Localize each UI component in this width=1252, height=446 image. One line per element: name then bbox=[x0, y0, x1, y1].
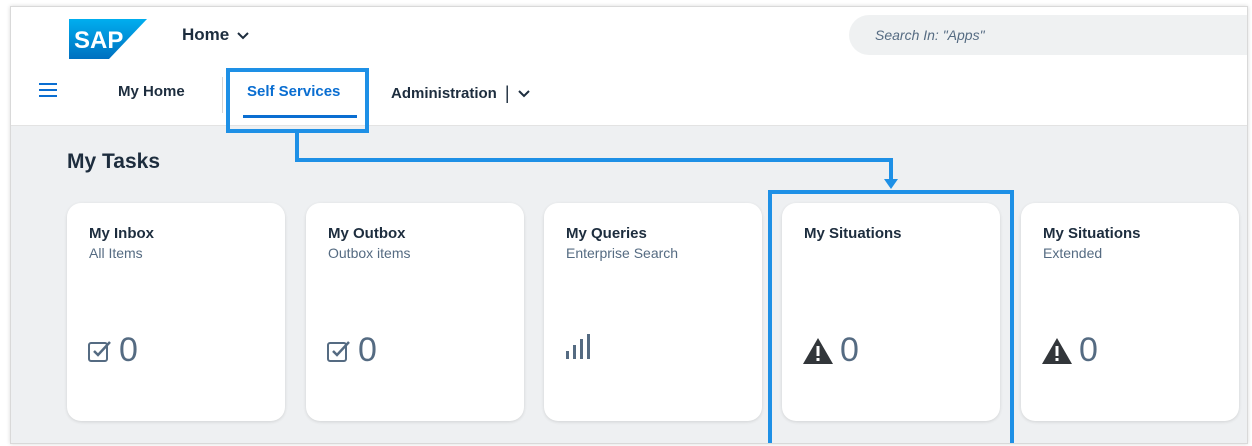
tile-my-inbox[interactable]: My Inbox All Items 0 bbox=[67, 203, 285, 421]
tab-separator: | bbox=[504, 83, 510, 103]
tile-value: 0 bbox=[119, 331, 138, 369]
tab-divider bbox=[222, 77, 223, 113]
shell-bar: SAP Home Search In: "Apps" My Home Self … bbox=[11, 7, 1247, 126]
tile-kpi: 0 bbox=[87, 331, 138, 370]
app-window: SAP Home Search In: "Apps" My Home Self … bbox=[10, 6, 1248, 444]
tile-subtitle: All Items bbox=[89, 245, 143, 261]
tab-label: Self Services bbox=[247, 83, 341, 100]
tab-label: My Home bbox=[118, 83, 185, 100]
chevron-down-icon bbox=[237, 27, 249, 43]
search-placeholder: Search In: "Apps" bbox=[875, 27, 985, 43]
tab-label: Administration bbox=[391, 85, 497, 102]
sap-logo-text: SAP bbox=[74, 27, 123, 54]
tile-subtitle: Enterprise Search bbox=[566, 245, 679, 261]
tile-kpi: 0 bbox=[802, 331, 859, 370]
sap-logo[interactable]: SAP bbox=[69, 19, 147, 59]
tab-administration[interactable]: Administration | bbox=[391, 83, 530, 104]
tile-title: My Situations bbox=[804, 225, 902, 242]
tile-title: My Situations bbox=[1043, 225, 1141, 242]
tile-value: 0 bbox=[358, 331, 377, 369]
app-title: Home bbox=[182, 25, 230, 44]
tile-title: My Inbox bbox=[89, 225, 155, 242]
tile-kpi: 0 bbox=[1041, 331, 1098, 370]
active-tab-indicator bbox=[243, 115, 357, 118]
tab-self-services[interactable]: Self Services bbox=[247, 83, 340, 100]
tile-title: My Outbox bbox=[328, 225, 406, 242]
tile-my-situations[interactable]: My Situations 0 bbox=[782, 203, 1000, 421]
tile-my-situations-extended[interactable]: My Situations Extended 0 bbox=[1021, 203, 1239, 421]
tile-subtitle: Outbox items bbox=[328, 245, 411, 261]
bar-chart-icon bbox=[566, 334, 590, 359]
tile-value: 0 bbox=[840, 331, 859, 369]
tile-kpi: 0 bbox=[326, 331, 377, 370]
tab-my-home[interactable]: My Home bbox=[118, 83, 185, 100]
search-input[interactable]: Search In: "Apps" bbox=[849, 15, 1247, 55]
tile-value: 0 bbox=[1079, 331, 1098, 369]
tile-my-outbox[interactable]: My Outbox Outbox items 0 bbox=[306, 203, 524, 421]
app-title-menu[interactable]: Home bbox=[182, 25, 249, 45]
tile-my-queries[interactable]: My Queries Enterprise Search bbox=[544, 203, 762, 421]
section-title: My Tasks bbox=[67, 150, 160, 173]
warning-icon bbox=[1042, 337, 1072, 364]
tile-kpi bbox=[564, 331, 594, 361]
hamburger-menu-icon[interactable] bbox=[39, 83, 57, 97]
checkbox-icon bbox=[88, 340, 111, 362]
checkbox-icon bbox=[327, 340, 350, 362]
tile-title: My Queries bbox=[566, 225, 647, 242]
tile-subtitle: Extended bbox=[1043, 245, 1103, 261]
warning-icon bbox=[803, 337, 833, 364]
chevron-down-icon[interactable] bbox=[517, 86, 530, 101]
